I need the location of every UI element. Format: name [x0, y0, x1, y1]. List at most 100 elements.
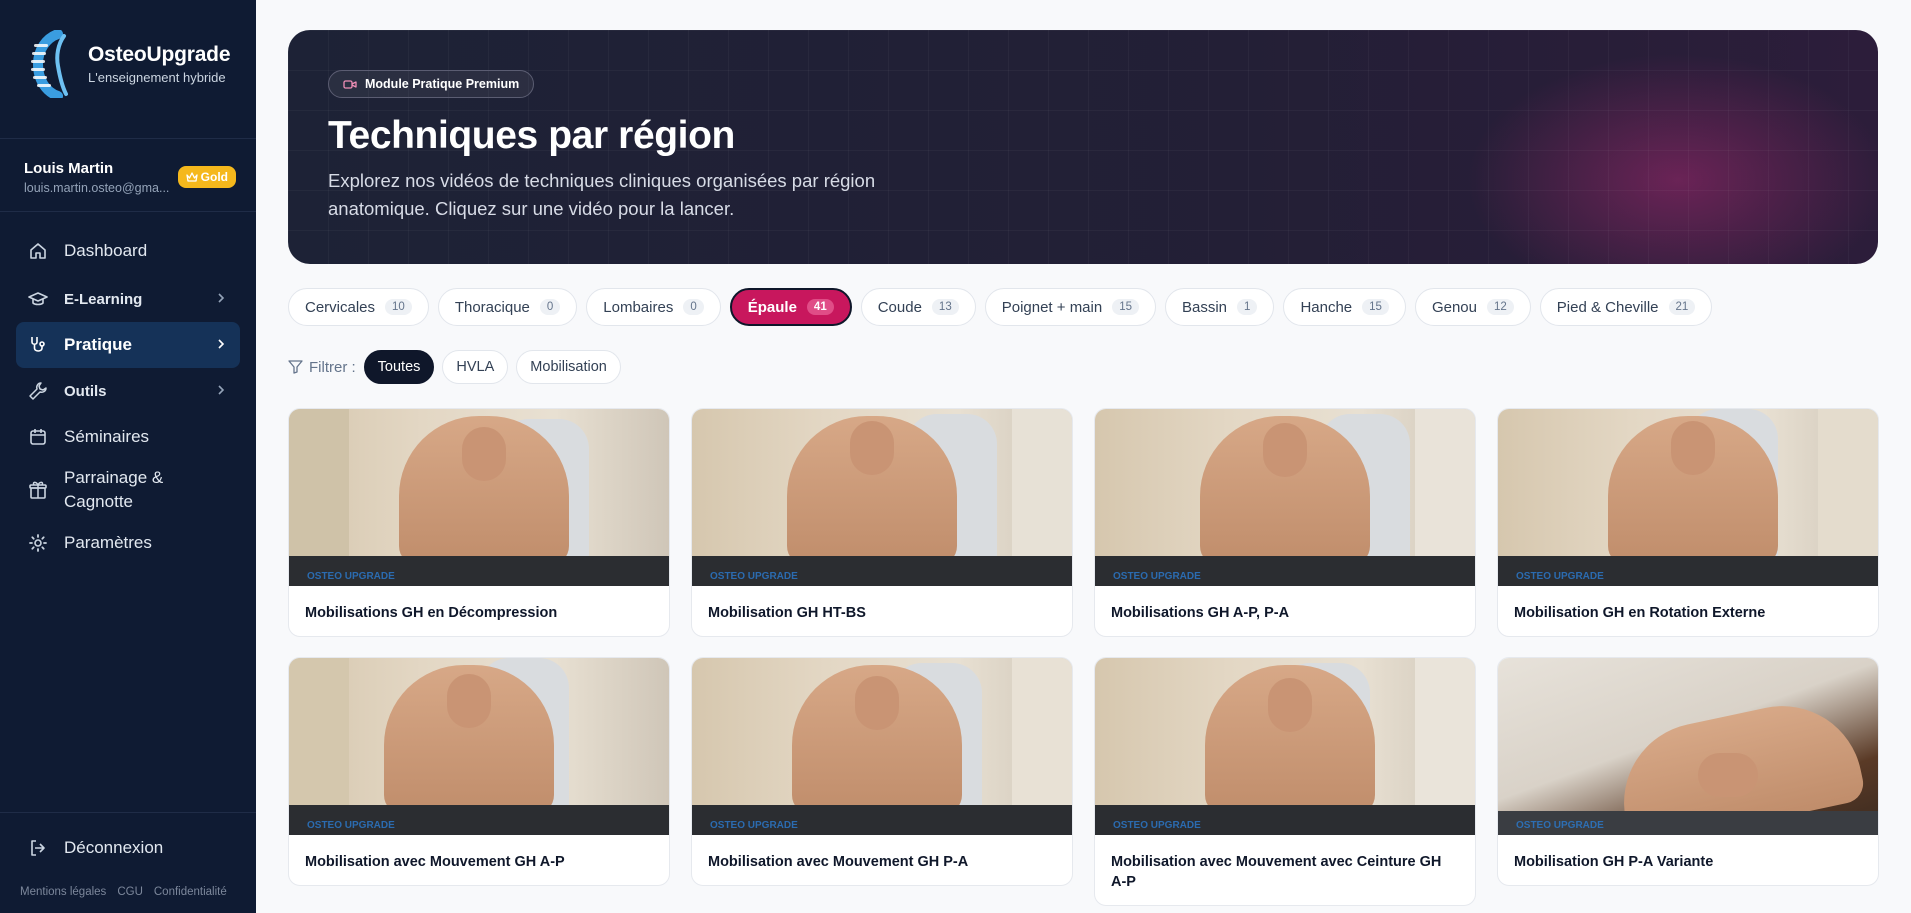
region-tabs: Cervicales 10 Thoracique 0 Lombaires 0 Épau… — [288, 288, 1713, 326]
video-title: Mobilisation avec Mouvement GH P-A — [708, 854, 969, 870]
legal-link-cgu[interactable]: CGU — [117, 886, 143, 898]
video-thumbnail: OSTEO UPGRADE — [1095, 658, 1475, 835]
user-card[interactable]: Louis Martin louis.martin.osteo@gma... G… — [24, 160, 236, 195]
thumb-head — [1263, 423, 1307, 477]
filter-chip-hvla[interactable]: HVLA — [442, 350, 509, 384]
page-title: Techniques par région — [328, 114, 735, 157]
page-subtitle: Explorez nos vidéos de techniques cliniq… — [328, 170, 876, 219]
filter-label: Filtrer : — [288, 359, 356, 376]
crown-icon — [186, 171, 198, 182]
region-count: 0 — [539, 299, 561, 315]
region-tab-cervicales[interactable]: Cervicales 10 — [288, 288, 429, 326]
nav-item-parrainage[interactable]: Parrainage & Cagnotte — [16, 460, 240, 520]
region-tab-poignet-main[interactable]: Poignet + main 15 — [984, 288, 1156, 326]
nav-item-dashboard[interactable]: Dashboard — [16, 228, 240, 274]
nav-label: Dashboard — [64, 241, 148, 260]
video-camera-icon — [343, 79, 357, 89]
filter-label-text: Filtrer : — [309, 358, 356, 376]
region-tab-thoracique[interactable]: Thoracique 0 — [437, 288, 578, 326]
video-card[interactable]: OSTEO UPGRADE Mobilisation GH P-A Varian… — [1497, 657, 1879, 886]
logout-label: Déconnexion — [64, 838, 164, 857]
video-title: Mobilisation GH HT-BS — [708, 605, 866, 621]
graduation-cap-icon — [28, 292, 48, 306]
chevron-right-icon — [218, 339, 225, 349]
video-thumbnail: OSTEO UPGRADE — [1498, 658, 1878, 835]
home-icon — [30, 243, 46, 259]
region-count: 21 — [1668, 299, 1696, 315]
thumb-head — [1671, 421, 1715, 475]
region-tab-bassin[interactable]: Bassin 1 — [1165, 288, 1275, 326]
video-thumbnail: OSTEO UPGRADE — [1095, 409, 1475, 586]
video-title: Mobilisations GH en Décompression — [305, 605, 558, 621]
region-label: Bassin — [1182, 298, 1228, 316]
region-count: 1 — [1237, 299, 1258, 315]
region-tab-lombaires[interactable]: Lombaires 0 — [586, 288, 721, 326]
region-tab-coude[interactable]: Coude 13 — [860, 288, 976, 326]
logout-icon — [31, 840, 45, 856]
chevron-right-icon — [218, 293, 225, 303]
divider — [0, 138, 256, 139]
nav-item-pratique[interactable]: Pratique — [16, 322, 240, 368]
video-card[interactable]: OSTEO UPGRADE Mobilisations GH A-P, P-A — [1094, 408, 1476, 637]
video-thumbnail: OSTEO UPGRADE — [692, 658, 1072, 835]
region-count: 12 — [1486, 299, 1514, 315]
nav-item-elearning[interactable]: E-Learning — [16, 276, 240, 322]
nav-label: Parrainage & Cagnotte — [64, 468, 164, 511]
nav-item-seminaires[interactable]: Séminaires — [16, 414, 240, 460]
region-label: Épaule — [747, 298, 797, 316]
video-title: Mobilisations GH A-P, P-A — [1111, 605, 1290, 621]
thumb-head — [855, 676, 899, 730]
brand[interactable]: OsteoUpgrade L'enseignement hybride — [28, 30, 230, 98]
video-card[interactable]: OSTEO UPGRADE Mobilisation avec Mouvemen… — [691, 657, 1073, 886]
region-tab-epaule[interactable]: Épaule 41 — [729, 288, 852, 326]
legal-link-confidentialite[interactable]: Confidentialité — [154, 886, 227, 898]
watermark: OSTEO UPGRADE — [710, 571, 798, 582]
region-label: Lombaires — [603, 298, 674, 316]
nav-label: Pratique — [64, 335, 133, 354]
video-title: Mobilisation avec Mouvement GH A-P — [305, 854, 565, 870]
video-card[interactable]: OSTEO UPGRADE Mobilisation avec Mouvemen… — [288, 657, 670, 886]
user-email: louis.martin.osteo@gma... — [24, 181, 170, 195]
video-card[interactable]: OSTEO UPGRADE Mobilisation GH HT-BS — [691, 408, 1073, 637]
logout-button[interactable]: Déconnexion — [28, 838, 163, 858]
module-badge: Module Pratique Premium — [328, 70, 535, 98]
sidebar: OsteoUpgrade L'enseignement hybride Loui… — [0, 0, 256, 913]
nav-label: E-Learning — [64, 290, 143, 308]
video-card[interactable]: OSTEO UPGRADE Mobilisation GH en Rotatio… — [1497, 408, 1879, 637]
brand-name: OsteoUpgrade — [88, 43, 231, 66]
thumb-head — [1698, 753, 1758, 797]
hero-banner: Module Pratique Premium Techniques par r… — [288, 30, 1878, 264]
region-label: Genou — [1431, 298, 1477, 316]
membership-badge: Gold — [177, 166, 236, 188]
thumb-head — [462, 427, 506, 481]
video-card[interactable]: OSTEO UPGRADE Mobilisation avec Mouvemen… — [1094, 657, 1476, 906]
region-label: Thoracique — [454, 298, 530, 316]
video-thumbnail: OSTEO UPGRADE — [1498, 409, 1878, 586]
filter-chip-toutes[interactable]: Toutes — [363, 350, 435, 384]
video-thumbnail: OSTEO UPGRADE — [692, 409, 1072, 586]
thumb-head — [1268, 678, 1312, 732]
wrench-icon — [29, 382, 47, 400]
filter-bar: Filtrer : Toutes HVLA Mobilisation — [288, 350, 629, 384]
region-tab-pied-cheville[interactable]: Pied & Cheville 21 — [1539, 288, 1713, 326]
filter-icon — [288, 360, 303, 374]
thumb-head — [850, 421, 894, 475]
nav-item-parametres[interactable]: Paramètres — [16, 520, 240, 566]
nav-label: Séminaires — [64, 427, 150, 446]
region-tab-hanche[interactable]: Hanche 15 — [1283, 288, 1406, 326]
nav-item-outils[interactable]: Outils — [16, 368, 240, 414]
region-label: Pied & Cheville — [1556, 298, 1659, 316]
main-nav: Dashboard E-Learning Pratique Outils Sém… — [16, 228, 240, 566]
module-badge-label: Module Pratique Premium — [365, 77, 520, 91]
video-card[interactable]: OSTEO UPGRADE Mobilisations GH en Décomp… — [288, 408, 670, 637]
region-tab-genou[interactable]: Genou 12 — [1414, 288, 1531, 326]
stethoscope-icon — [31, 337, 45, 352]
brand-tagline: L'enseignement hybride — [88, 70, 226, 85]
legal-link-mentions[interactable]: Mentions légales — [20, 886, 106, 898]
video-title: Mobilisation GH P-A Variante — [1514, 854, 1714, 870]
watermark: OSTEO UPGRADE — [1516, 820, 1604, 831]
region-label: Hanche — [1300, 298, 1353, 316]
filter-chip-mobilisation[interactable]: Mobilisation — [516, 350, 621, 384]
spine-logo-icon — [31, 30, 68, 98]
watermark: OSTEO UPGRADE — [307, 571, 395, 582]
